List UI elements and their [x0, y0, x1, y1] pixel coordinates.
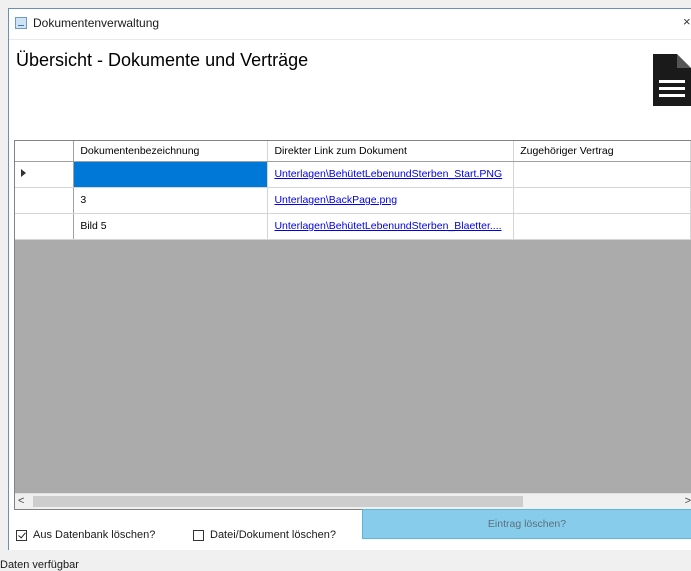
- arrow-right-icon[interactable]: >: [685, 494, 691, 509]
- column-header-dokumentenbezeichnung[interactable]: Dokumentenbezeichnung: [73, 141, 269, 162]
- table-row[interactable]: Bild 5 Unterlagen\BehütetLebenundSterben…: [15, 213, 691, 240]
- document-link[interactable]: Unterlagen\BehütetLebenundSterben_Blaett…: [274, 220, 501, 232]
- page-title: Übersicht - Dokumente und Verträge: [16, 50, 309, 70]
- grid-corner-header[interactable]: [15, 141, 75, 162]
- cell-direkter-link[interactable]: Unterlagen\BehütetLebenundSterben_Start.…: [267, 161, 515, 188]
- arrow-left-icon[interactable]: <: [18, 494, 24, 509]
- cell-zugehoeriger-vertrag[interactable]: [513, 187, 691, 214]
- row-header[interactable]: [15, 187, 75, 214]
- window-title: Dokumentenverwaltung: [33, 16, 160, 30]
- cell-zugehoeriger-vertrag[interactable]: [513, 213, 691, 240]
- delete-file-label: Datei/Dokument löschen?: [210, 529, 336, 541]
- table-row[interactable]: Unterlagen\BehütetLebenundSterben_Start.…: [15, 161, 691, 188]
- title-bar: Dokumentenverwaltung ×: [9, 9, 691, 40]
- row-pointer-icon: [21, 169, 26, 177]
- document-icon: [653, 54, 691, 106]
- checkbox-box-checked[interactable]: [16, 529, 27, 541]
- row-header[interactable]: [15, 213, 75, 240]
- document-link[interactable]: Unterlagen\BackPage.png: [274, 194, 397, 206]
- cell-dokumentenbezeichnung[interactable]: 3: [73, 187, 269, 214]
- delete-file-checkbox[interactable]: Datei/Dokument löschen?: [193, 529, 336, 541]
- cell-direkter-link[interactable]: Unterlagen\BackPage.png: [267, 187, 515, 214]
- dokumentenverwaltung-window: Dokumentenverwaltung × Übersicht - Dokum…: [8, 8, 691, 570]
- checkbox-box-unchecked[interactable]: [193, 529, 204, 541]
- document-manager-icon: [15, 17, 27, 29]
- delete-from-db-checkbox[interactable]: Aus Datenbank löschen?: [16, 529, 155, 541]
- documents-table: Dokumentenbezeichnung Direkter Link zum …: [15, 141, 691, 240]
- delete-from-db-label: Aus Datenbank löschen?: [33, 529, 156, 541]
- document-link[interactable]: Unterlagen\BehütetLebenundSterben_Start.…: [274, 168, 502, 180]
- cell-direkter-link[interactable]: Unterlagen\BehütetLebenundSterben_Blaett…: [267, 213, 515, 240]
- status-text: Daten verfügbar: [0, 559, 79, 571]
- status-bar: Daten verfügbar: [0, 550, 691, 571]
- row-header[interactable]: [15, 161, 75, 188]
- column-header-direkter-link[interactable]: Direkter Link zum Dokument: [267, 141, 515, 162]
- grid-header-row: Dokumentenbezeichnung Direkter Link zum …: [15, 141, 691, 162]
- cell-dokumentenbezeichnung[interactable]: Bild 5: [73, 213, 269, 240]
- documents-grid[interactable]: Dokumentenbezeichnung Direkter Link zum …: [14, 140, 691, 510]
- delete-entry-button[interactable]: Eintrag löschen?: [362, 509, 691, 539]
- cell-dokumentenbezeichnung[interactable]: [73, 161, 269, 188]
- close-icon[interactable]: ×: [683, 14, 691, 30]
- scrollbar-thumb[interactable]: [33, 496, 523, 507]
- column-header-zugehoeriger-vertrag[interactable]: Zugehöriger Vertrag: [513, 141, 691, 162]
- cell-zugehoeriger-vertrag[interactable]: [513, 161, 691, 188]
- table-row[interactable]: 3 Unterlagen\BackPage.png: [15, 187, 691, 214]
- horizontal-scrollbar[interactable]: < >: [15, 493, 691, 509]
